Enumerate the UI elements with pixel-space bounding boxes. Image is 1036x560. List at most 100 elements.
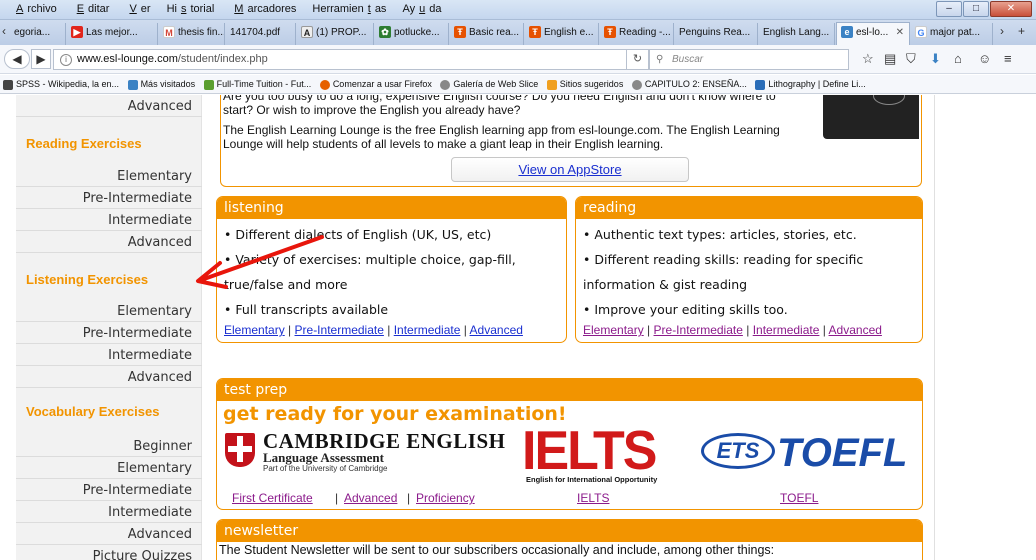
sidebar: Advanced Reading Exercises Elementary Pr…	[16, 95, 202, 560]
sidebar-item-listening-elementary[interactable]: Elementary	[16, 302, 202, 322]
sidebar-item-reading-intermediate[interactable]: Intermediate	[16, 211, 202, 231]
tab-9[interactable]: Penguins Rea...	[675, 23, 758, 45]
sidebar-item-vocabulary-intermediate[interactable]: Intermediate	[16, 503, 202, 523]
chat-icon[interactable]: ☺	[978, 51, 991, 66]
sidebar-item-listening-advanced[interactable]: Advanced	[16, 368, 202, 388]
sidebar-heading-vocabulary[interactable]: Vocabulary Exercises	[26, 404, 159, 419]
reading-bullet: • Authentic text types: articles, storie…	[583, 227, 857, 242]
leaf-icon: ✿	[379, 26, 391, 39]
bookmark-star-icon[interactable]: ☆	[862, 51, 874, 67]
tab-1[interactable]: ▶ Las mejor...	[67, 23, 158, 45]
menu-ver[interactable]: Ver	[117, 3, 158, 15]
sidebar-item-reading-advanced[interactable]: Advanced	[16, 233, 202, 253]
cambridge-advanced-link[interactable]: Advanced	[344, 491, 397, 505]
pocket-icon[interactable]: ⛉	[906, 51, 916, 67]
sidebar-item-vocabulary-pre-intermediate[interactable]: Pre-Intermediate	[16, 481, 202, 501]
suggested-sites-icon	[546, 79, 557, 90]
tab-7[interactable]: Ŧ English e...	[525, 23, 599, 45]
tab-10[interactable]: English Lang...	[759, 23, 835, 45]
bookmark-3[interactable]: Comenzar a usar Firefox	[319, 75, 432, 93]
tab-5[interactable]: ✿ potlucke...	[375, 23, 449, 45]
sidebar-heading-reading[interactable]: Reading Exercises	[26, 136, 142, 151]
sidebar-heading-listening[interactable]: Listening Exercises	[26, 272, 148, 287]
sidebar-item-listening-intermediate[interactable]: Intermediate	[16, 346, 202, 366]
first-certificate-link[interactable]: First Certificate	[232, 491, 313, 505]
globe-icon	[631, 79, 642, 90]
new-tab-icon[interactable]: +	[1018, 24, 1025, 38]
sidebar-item-vocabulary-beginner[interactable]: Beginner	[16, 437, 202, 457]
listening-box-title: listening	[217, 197, 566, 219]
bookmark-0[interactable]: SPSS - Wikipedia, la en...	[3, 75, 119, 93]
minimize-button[interactable]: –	[936, 1, 962, 17]
bookmark-6[interactable]: CAPITULO 2: ENSEÑA...	[631, 75, 747, 93]
tab-0[interactable]: egoria...	[10, 23, 66, 45]
sidebar-item-advanced[interactable]: Advanced	[16, 97, 202, 117]
close-tab-icon[interactable]: ✕	[896, 23, 904, 43]
sidebar-item-vocabulary-elementary[interactable]: Elementary	[16, 459, 202, 479]
bookmark-1[interactable]: Más visitados	[127, 75, 195, 93]
maximize-button[interactable]: □	[963, 1, 989, 17]
bookmark-5[interactable]: Sitios sugeridos	[546, 75, 623, 93]
globe-icon	[203, 79, 214, 90]
reload-button[interactable]: ↻	[627, 49, 649, 70]
sidebar-item-vocabulary-picture-quizzes[interactable]: Picture Quizzes	[16, 547, 202, 560]
forward-button[interactable]: ▶	[31, 49, 51, 69]
tab-scroll-right-icon[interactable]: ›	[1000, 24, 1004, 38]
listening-link-advanced[interactable]: Advanced	[470, 323, 523, 337]
tab-3[interactable]: 141704.pdf	[226, 23, 296, 45]
arrow-shaft	[202, 235, 324, 281]
cambridge-logo-tagline: Part of the University of Cambridge	[263, 464, 388, 473]
tab-6[interactable]: Ŧ Basic rea...	[450, 23, 524, 45]
google-icon: G	[915, 26, 927, 39]
tab-scroll-left-icon[interactable]: ‹	[2, 24, 6, 38]
promo-text-line-3: The English Learning Lounge is the free …	[223, 123, 780, 137]
menu-ayuda[interactable]: Ay u da	[394, 3, 449, 15]
tab-2[interactable]: Mthesis fin...	[159, 23, 225, 45]
sidebar-item-vocabulary-advanced[interactable]: Advanced	[16, 525, 202, 545]
home-icon[interactable]: ⌂	[954, 51, 962, 66]
newsletter-title: newsletter	[217, 520, 922, 542]
promo-text-line-2: start? Or wish to improve the English yo…	[223, 103, 521, 117]
proficiency-link[interactable]: Proficiency	[416, 491, 475, 505]
tab-8[interactable]: Ŧ Reading -...	[600, 23, 674, 45]
download-icon[interactable]: ⬇	[930, 51, 941, 67]
tab-bar: ‹ egoria... ▶ Las mejor... Mthesis fin...…	[0, 20, 1036, 45]
menu-archivo[interactable]: Archivo	[4, 3, 65, 15]
menu-hamburger-icon[interactable]: ≡	[1004, 51, 1012, 66]
search-input[interactable]: ⚲ Buscar	[649, 49, 849, 70]
reading-link-advanced[interactable]: Advanced	[829, 323, 882, 337]
sidebar-item-listening-pre-intermediate[interactable]: Pre-Intermediate	[16, 324, 202, 344]
menu-herramientas[interactable]: Herramien t as	[304, 3, 394, 15]
promo-text-line-1: Are you too busy to do a long, expensive…	[223, 95, 776, 103]
tab-12[interactable]: Gmajor pat...	[911, 23, 993, 45]
back-button[interactable]: ◀	[4, 49, 30, 69]
reading-link-intermediate[interactable]: Intermediate	[753, 323, 820, 337]
view-on-appstore-button[interactable]: View on AppStore	[451, 157, 689, 182]
site-info-icon[interactable]: i	[60, 54, 72, 66]
reading-link-elementary[interactable]: Elementary	[583, 323, 644, 337]
reading-list-icon[interactable]: ▤	[884, 51, 896, 67]
reading-link-pre-intermediate[interactable]: Pre-Intermediate	[654, 323, 743, 337]
reading-level-links: Elementary | Pre-Intermediate | Intermed…	[583, 323, 882, 337]
navigation-bar: ◀ ▶ i www.esl-lounge.com/student/index.ph…	[0, 45, 1036, 74]
toefl-link[interactable]: TOEFL	[780, 491, 818, 505]
tab-4[interactable]: A (1) PROP...	[297, 23, 374, 45]
firefox-icon	[319, 79, 330, 90]
toefl-logo: TOEFL	[777, 431, 908, 475]
listening-link-pre-intermediate[interactable]: Pre-Intermediate	[295, 323, 384, 337]
sidebar-item-reading-elementary[interactable]: Elementary	[16, 167, 202, 187]
bookmark-4[interactable]: Galería de Web Slice	[440, 75, 538, 93]
ielts-logo-tagline: English for International Opportunity	[526, 475, 658, 484]
url-bar[interactable]: i www.esl-lounge.com/student/index.php	[53, 49, 627, 70]
listening-link-elementary[interactable]: Elementary	[224, 323, 285, 337]
close-window-button[interactable]: ✕	[990, 1, 1032, 17]
menu-editar[interactable]: Editar	[65, 3, 118, 15]
menu-historial[interactable]: Hi s torial	[159, 3, 223, 15]
menu-marcadores[interactable]: Marcadores	[222, 3, 304, 15]
bookmark-2[interactable]: Full-Time Tuition - Fut...	[203, 75, 311, 93]
bookmark-7[interactable]: Lithography | Define Li...	[755, 75, 866, 93]
ielts-link[interactable]: IELTS	[577, 491, 609, 505]
sidebar-item-reading-pre-intermediate[interactable]: Pre-Intermediate	[16, 189, 202, 209]
listening-link-intermediate[interactable]: Intermediate	[394, 323, 461, 337]
tab-11-active[interactable]: e esl-lo... ✕	[836, 22, 910, 45]
